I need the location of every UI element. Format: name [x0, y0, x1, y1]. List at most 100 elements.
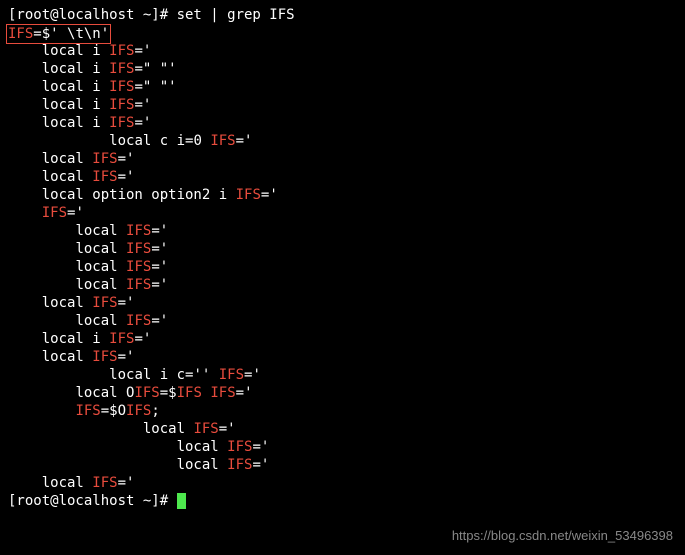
ifs-keyword: IFS — [92, 475, 117, 491]
code-text: local — [143, 421, 194, 437]
terminal-output: local i IFS=' local i IFS=" "' local i I… — [8, 42, 677, 492]
code-text: =' — [151, 259, 168, 275]
code-text: =' — [244, 367, 261, 383]
code-text: =' — [151, 313, 168, 329]
ifs-keyword: IFS — [92, 295, 117, 311]
ifs-keyword: IFS — [219, 367, 244, 383]
terminal-line: local IFS=' — [8, 312, 677, 330]
terminal-line: IFS=' — [8, 204, 677, 222]
indent — [8, 331, 42, 347]
indent — [8, 403, 75, 419]
ifs-keyword: IFS — [177, 385, 202, 401]
indent — [8, 457, 177, 473]
code-text: local i — [42, 79, 109, 95]
code-text: local — [75, 223, 126, 239]
code-text: =' — [118, 475, 135, 491]
ifs-keyword: IFS — [134, 385, 159, 401]
indent — [8, 277, 75, 293]
prompt-text: [root@localhost ~]# — [8, 493, 177, 509]
indent — [8, 115, 42, 131]
code-text: =' — [236, 133, 253, 149]
ifs-keyword: IFS — [75, 403, 100, 419]
code-text: =$ — [160, 385, 177, 401]
terminal-line: local IFS=' — [8, 456, 677, 474]
indent — [8, 295, 42, 311]
code-text: =" "' — [134, 79, 176, 95]
terminal-line: local IFS=' — [8, 474, 677, 492]
terminal-line: local OIFS=$IFS IFS=' — [8, 384, 677, 402]
code-text: local — [75, 277, 126, 293]
code-text: =' — [118, 295, 135, 311]
ifs-keyword: IFS — [227, 439, 252, 455]
indent — [8, 151, 42, 167]
ifs-keyword: IFS — [109, 331, 134, 347]
code-text: local i — [42, 61, 109, 77]
indent — [8, 475, 42, 491]
ifs-keyword: IFS — [126, 277, 151, 293]
code-text: =' — [261, 187, 278, 203]
terminal-line: IFS=$OIFS; — [8, 402, 677, 420]
terminal-line-highlighted: IFS=$' \t\n' — [8, 24, 677, 42]
indent — [8, 79, 42, 95]
indent — [8, 241, 75, 257]
code-text: local option option2 i — [42, 187, 236, 203]
code-text: local — [75, 313, 126, 329]
ifs-keyword: IFS — [92, 349, 117, 365]
code-text: local — [75, 241, 126, 257]
code-text: local i — [42, 115, 109, 131]
ifs-keyword: IFS — [210, 385, 235, 401]
code-text: local i c='' — [109, 367, 219, 383]
terminal-line: local IFS=' — [8, 348, 677, 366]
indent — [8, 187, 42, 203]
terminal-line: local c i=0 IFS=' — [8, 132, 677, 150]
code-text: ; — [151, 403, 159, 419]
code-text: =' — [118, 151, 135, 167]
terminal-line: local IFS=' — [8, 258, 677, 276]
indent — [8, 133, 109, 149]
watermark-text: https://blog.csdn.net/weixin_53496398 — [452, 527, 673, 545]
ifs-keyword: IFS — [92, 169, 117, 185]
code-text: local i — [42, 43, 109, 59]
ifs-keyword: IFS — [109, 79, 134, 95]
ifs-keyword: IFS — [42, 205, 67, 221]
code-text: local — [42, 151, 93, 167]
indent — [8, 385, 75, 401]
terminal-line: local i IFS=' — [8, 96, 677, 114]
terminal-line: local i IFS=" "' — [8, 78, 677, 96]
indent — [8, 205, 42, 221]
code-text: local — [42, 295, 93, 311]
code-text: =' — [134, 43, 151, 59]
ifs-keyword: IFS — [126, 313, 151, 329]
terminal-line: local option option2 i IFS=' — [8, 186, 677, 204]
ifs-keyword: IFS — [126, 403, 151, 419]
terminal-line: local IFS=' — [8, 168, 677, 186]
code-text: local — [42, 349, 93, 365]
indent — [8, 43, 42, 59]
indent — [8, 421, 143, 437]
indent — [8, 61, 42, 77]
code-text: =' — [134, 97, 151, 113]
code-text: =' — [236, 385, 253, 401]
code-text: local c i=0 — [109, 133, 210, 149]
indent — [8, 97, 42, 113]
ifs-keyword: IFS — [210, 133, 235, 149]
terminal-line: local IFS=' — [8, 240, 677, 258]
terminal-line: local i c='' IFS=' — [8, 366, 677, 384]
ifs-keyword: IFS — [126, 241, 151, 257]
code-text: =' — [118, 169, 135, 185]
code-text: =' — [252, 457, 269, 473]
terminal-line: local i IFS=' — [8, 114, 677, 132]
ifs-keyword: IFS — [193, 421, 218, 437]
code-text: =' — [134, 331, 151, 347]
code-text: local i — [42, 331, 109, 347]
cursor-block[interactable] — [177, 493, 186, 509]
terminal-line: local i IFS=' — [8, 42, 677, 60]
ifs-keyword: IFS — [109, 115, 134, 131]
code-text: local O — [75, 385, 134, 401]
code-text: =' — [252, 439, 269, 455]
terminal-line: local IFS=' — [8, 294, 677, 312]
indent — [8, 259, 75, 275]
ifs-keyword: IFS — [126, 223, 151, 239]
indent — [8, 367, 109, 383]
ifs-keyword: IFS — [236, 187, 261, 203]
